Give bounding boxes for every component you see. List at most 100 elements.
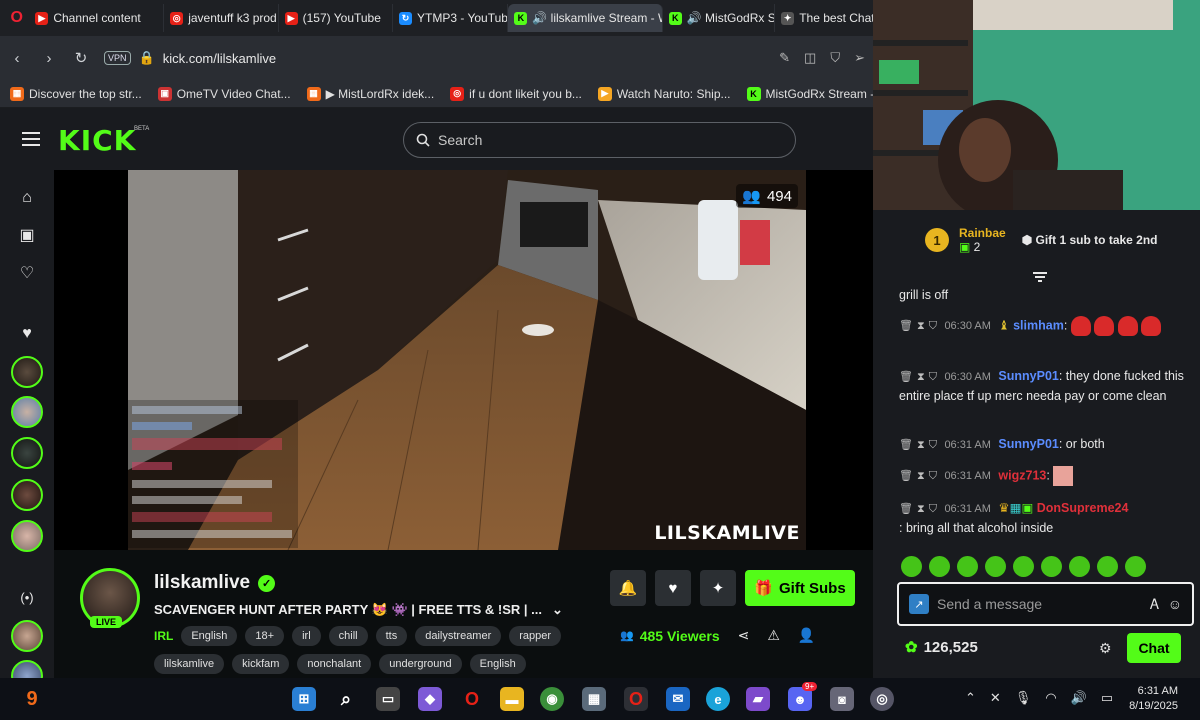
tag[interactable]: tts xyxy=(375,626,408,646)
send-icon[interactable]: ➢ xyxy=(854,50,865,66)
settings-icon[interactable]: ⚙ xyxy=(1099,640,1112,657)
chat-input[interactable]: ↗ Send a message Ꭺ ☺ xyxy=(897,582,1194,626)
message-user[interactable]: wigz713 xyxy=(998,468,1046,482)
emote-button[interactable] xyxy=(1125,556,1146,577)
opera-gx-icon[interactable]: 9 xyxy=(20,687,44,711)
tab-youtube[interactable]: ▶ (157) YouTube xyxy=(279,4,393,32)
tag[interactable]: dailystreamer xyxy=(415,626,502,646)
avatar[interactable] xyxy=(11,520,43,552)
tag[interactable]: kickfam xyxy=(232,654,290,674)
avatar[interactable] xyxy=(11,396,43,428)
report-icon[interactable]: ⚠ xyxy=(767,627,780,644)
gift-subs-button[interactable]: 🎁 Gift Subs xyxy=(745,570,855,606)
emoji-icon[interactable]: ☺ xyxy=(1168,596,1182,612)
opera-icon[interactable]: O xyxy=(4,5,29,31)
file-explorer-icon[interactable]: ▬ xyxy=(500,687,524,711)
browse-icon[interactable]: ▣ xyxy=(17,226,37,246)
tag[interactable]: underground xyxy=(379,654,462,674)
wifi-icon[interactable]: ◠ xyxy=(1045,690,1056,706)
microphone-icon[interactable]: 🎙 xyxy=(1015,690,1032,706)
tag[interactable]: lilskamlive xyxy=(154,654,225,674)
emote-button[interactable] xyxy=(929,556,950,577)
follow-button[interactable]: ♥ xyxy=(655,570,691,606)
emote-button[interactable] xyxy=(957,556,978,577)
app-icon[interactable]: ◎ xyxy=(870,687,894,711)
trash-icon[interactable]: 🗑 xyxy=(899,439,913,451)
share-icon[interactable]: ⋖ xyxy=(738,627,750,644)
tab-channel-content[interactable]: ▶ Channel content xyxy=(29,4,165,32)
home-icon[interactable]: ⌂ xyxy=(17,188,37,208)
following-icon[interactable]: ♡ xyxy=(17,264,37,284)
timeout-icon[interactable]: ⧗ xyxy=(917,439,925,451)
tab-javentuff[interactable]: ◎ javentuff k3 prod xyxy=(164,4,279,32)
tab-ytmp3[interactable]: ↻ YTMP3 - YouTube xyxy=(393,4,509,32)
favorites-icon[interactable]: ♥ xyxy=(17,324,37,344)
streamer-name[interactable]: lilskamlive ✓ xyxy=(154,572,276,594)
timeout-icon[interactable]: ⧗ xyxy=(917,371,925,383)
task-view-icon[interactable]: ▭ xyxy=(376,687,400,711)
notification-button[interactable]: 🔔 xyxy=(610,570,646,606)
pinned-icon[interactable] xyxy=(1033,272,1047,282)
kick-logo[interactable]: KICK xyxy=(58,124,136,157)
ban-icon[interactable]: ⛉ xyxy=(929,320,937,332)
tab-lilskamlive[interactable]: K 🔊 lilskamlive Stream - W xyxy=(508,4,663,32)
ban-icon[interactable]: ⛉ xyxy=(929,439,937,451)
message-user[interactable]: SunnyP01 xyxy=(998,437,1058,451)
tag[interactable]: nonchalant xyxy=(297,654,372,674)
tag[interactable]: rapper xyxy=(509,626,562,646)
bookmark[interactable]: K MistGodRx Stream -... xyxy=(746,86,884,101)
tag[interactable]: chill xyxy=(328,626,368,646)
bookmark[interactable]: ▶ Watch Naruto: Ship... xyxy=(597,86,731,101)
emote-button[interactable] xyxy=(1013,556,1034,577)
bookmark[interactable]: ▦ ▶ MistLordRx idek... xyxy=(306,86,434,101)
outlook-icon[interactable]: ✉ xyxy=(666,687,690,711)
avatar[interactable] xyxy=(11,356,43,388)
bookmark[interactable]: ▦ Discover the top str... xyxy=(10,86,142,101)
translate-icon[interactable]: Ꭺ xyxy=(1150,596,1159,613)
edge-icon[interactable]: e xyxy=(706,687,730,711)
emote-button[interactable] xyxy=(1097,556,1118,577)
volume-icon[interactable]: 🔊 xyxy=(1071,690,1087,706)
chrome-icon[interactable]: ◉ xyxy=(540,687,564,711)
emote-button[interactable] xyxy=(1069,556,1090,577)
forward-icon[interactable]: › xyxy=(40,50,58,67)
clock[interactable]: 6:31 AM 8/19/2025 xyxy=(1122,684,1178,714)
tag[interactable]: English xyxy=(181,626,238,646)
start-icon[interactable]: ⊞ xyxy=(292,687,316,711)
emote-button[interactable] xyxy=(901,556,922,577)
shield-icon[interactable]: ⛉ xyxy=(830,50,840,66)
message-user[interactable]: slimham xyxy=(1013,318,1064,332)
emote-button[interactable] xyxy=(1041,556,1062,577)
clip-button[interactable]: ✦ xyxy=(700,570,736,606)
timeout-icon[interactable]: ⧗ xyxy=(917,503,925,515)
chat-send-button[interactable]: Chat xyxy=(1127,633,1181,663)
avatar[interactable] xyxy=(11,437,43,469)
tag[interactable]: English xyxy=(469,654,526,674)
copilot-icon[interactable]: ◆ xyxy=(418,687,442,711)
tag[interactable]: irl xyxy=(292,626,321,646)
ban-icon[interactable]: ⛉ xyxy=(929,371,937,383)
manage-users-icon[interactable]: 👤 xyxy=(798,627,815,644)
emote-button[interactable] xyxy=(985,556,1006,577)
avatar[interactable] xyxy=(11,620,43,652)
chevron-down-icon[interactable]: ⌄ xyxy=(552,602,563,618)
ban-icon[interactable]: ⛉ xyxy=(929,503,937,515)
timeout-icon[interactable]: ⧗ xyxy=(917,470,925,482)
edit-icon[interactable]: ✎ xyxy=(779,50,790,66)
opera-icon[interactable]: O xyxy=(460,687,484,711)
message-user[interactable]: DonSupreme24 xyxy=(1037,501,1129,515)
search-input[interactable]: Search xyxy=(403,122,796,158)
trash-icon[interactable]: 🗑 xyxy=(899,470,913,482)
gift-prompt[interactable]: ⬢ Gift 1 sub to take 2nd xyxy=(1022,233,1158,247)
bookmark[interactable]: ◎ if u dont likeit you b... xyxy=(450,86,582,101)
opera-icon[interactable]: O xyxy=(624,687,648,711)
camera-icon[interactable]: ◙ xyxy=(830,687,854,711)
category-link[interactable]: IRL xyxy=(154,629,173,643)
chevron-up-icon[interactable]: ⌃ xyxy=(965,690,976,706)
back-icon[interactable]: ‹ xyxy=(8,50,26,67)
message-user[interactable]: SunnyP01 xyxy=(998,369,1058,383)
search-icon[interactable]: ⌕ xyxy=(334,687,358,711)
network-icon[interactable]: ✕ xyxy=(990,690,1001,706)
vpn-badge[interactable]: VPN xyxy=(104,51,131,65)
timeout-icon[interactable]: ⧗ xyxy=(917,320,925,332)
